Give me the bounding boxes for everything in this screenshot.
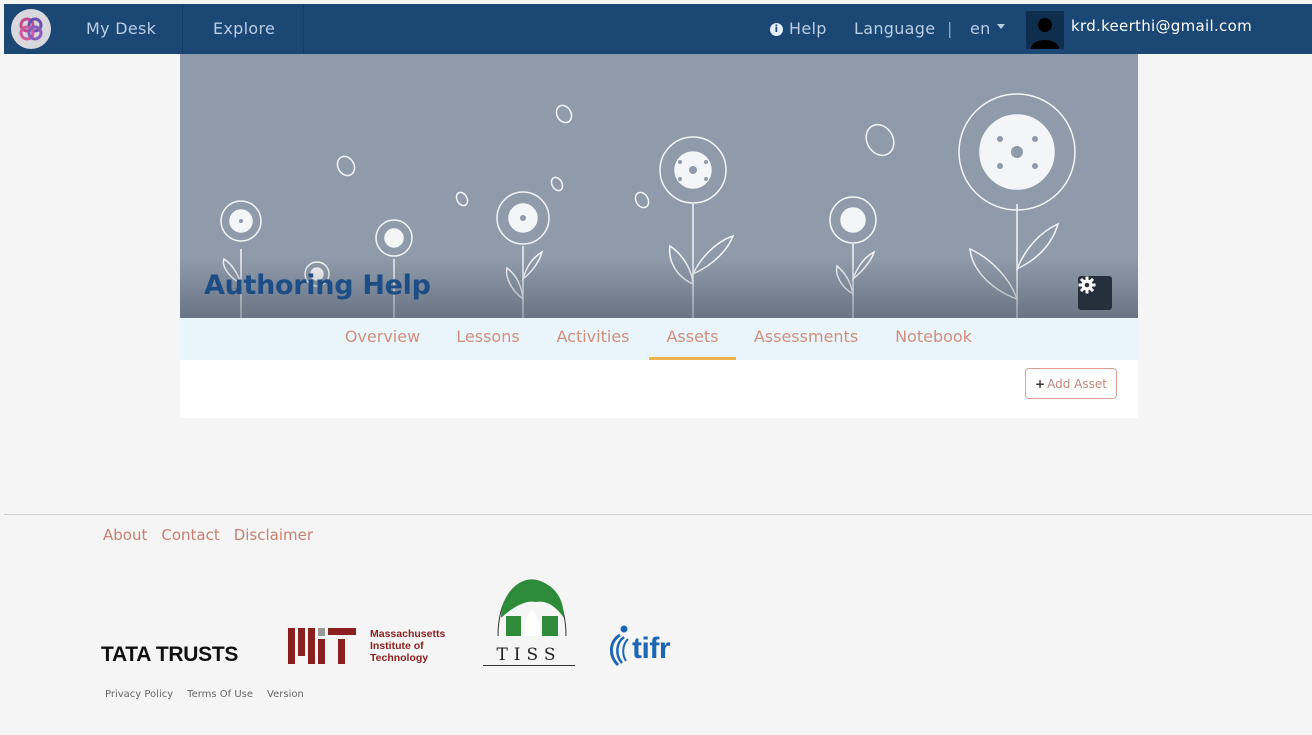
nav-language-label: Language [854, 19, 936, 38]
tifr-mark [610, 625, 629, 667]
user-email[interactable]: krd.keerthi@gmail.com [1071, 1, 1252, 51]
tata-trusts-logo: TATA TRUSTS [101, 643, 239, 666]
tab-activities[interactable]: Activities [552, 318, 634, 360]
mit-line-1: Massachusetts [370, 628, 446, 640]
mit-line-2: Institute of [370, 640, 424, 652]
version-link[interactable]: Version [267, 689, 304, 700]
mit-logo [288, 628, 356, 664]
caret-down-icon [996, 23, 1005, 29]
app-logo[interactable] [11, 9, 51, 49]
footer-link-disclaimer[interactable]: Disclaimer [234, 526, 313, 544]
course-title: Authoring Help [204, 270, 431, 301]
nav-divider [182, 4, 183, 54]
add-asset-button[interactable]: + Add Asset [1025, 368, 1117, 399]
tab-notebook[interactable]: Notebook [890, 318, 977, 360]
tiss-wordmark: TISS [483, 645, 575, 666]
tab-assessments[interactable]: Assessments [752, 318, 860, 360]
terms-of-use-link[interactable]: Terms Of Use [187, 689, 253, 700]
nav-divider [303, 4, 304, 54]
footer-links: About Contact Disclaimer [103, 526, 313, 544]
nav-help[interactable]: i Help [770, 4, 827, 54]
plus-icon: + [1035, 377, 1046, 391]
privacy-policy-link[interactable]: Privacy Policy [105, 689, 173, 700]
tab-assets[interactable]: Assets [649, 318, 736, 360]
user-avatar[interactable] [1026, 11, 1064, 49]
nav-separator: | [947, 19, 953, 38]
add-asset-label: Add Asset [1047, 377, 1107, 391]
nav-help-label: Help [789, 19, 827, 38]
settings-button[interactable] [1078, 276, 1112, 310]
footer-link-about[interactable]: About [103, 526, 147, 544]
footer-legal-links: Privacy Policy Terms Of Use Version [105, 689, 304, 700]
tab-overview[interactable]: Overview [340, 318, 425, 360]
mit-wordmark: Massachusetts Institute of Technology [370, 628, 445, 664]
tab-lessons[interactable]: Lessons [452, 318, 524, 360]
course-tabs: Overview Lessons Activities Assets Asses… [180, 318, 1138, 360]
language-value: en [970, 19, 991, 38]
nav-explore[interactable]: Explore [213, 4, 275, 54]
nav-my-desk[interactable]: My Desk [86, 4, 156, 54]
footer-link-contact[interactable]: Contact [161, 526, 219, 544]
assets-panel: + Add Asset [180, 360, 1138, 418]
footer-divider [4, 514, 1312, 515]
tifr-wordmark: tifr [632, 632, 671, 665]
gear-icon [1078, 276, 1096, 294]
course-banner: Authoring Help [180, 54, 1138, 318]
top-navbar: My Desk Explore i Help Language | en krd… [4, 4, 1312, 54]
info-icon: i [770, 22, 783, 36]
mit-line-3: Technology [370, 652, 429, 664]
language-dropdown[interactable]: en [970, 4, 1005, 54]
tiss-emblem [497, 579, 567, 637]
